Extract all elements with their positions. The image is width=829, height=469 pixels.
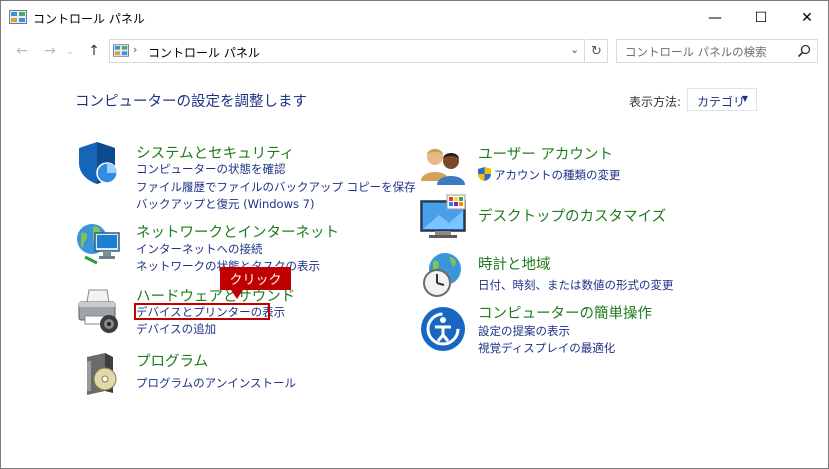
ease-of-access-icon[interactable] [419, 305, 467, 353]
title-bar: コントロール パネル — ☐ ✕ [1, 1, 828, 35]
link-get-recommendations[interactable]: 設定の提案の表示 [478, 323, 570, 339]
address-dropdown-chevron-icon[interactable]: ⌄ [570, 43, 579, 56]
programs-box-disc-icon[interactable] [79, 351, 127, 399]
link-connect-internet[interactable]: インターネットへの接続 [136, 241, 263, 257]
breadcrumb-separator-icon[interactable]: › [241, 43, 245, 56]
network-globe-icon[interactable] [75, 219, 123, 267]
category-programs[interactable]: プログラム [136, 350, 208, 371]
annotation-callout: クリック [220, 267, 291, 290]
category-ease-of-access[interactable]: コンピューターの簡単操作 [478, 302, 652, 323]
link-change-account-type-label: アカウントの種類の変更 [494, 168, 621, 182]
forward-arrow-icon[interactable]: → [39, 40, 61, 62]
link-backup-restore[interactable]: バックアップと復元 (Windows 7) [136, 196, 314, 212]
control-panel-icon [113, 44, 129, 57]
close-button[interactable]: ✕ [784, 1, 829, 35]
link-change-account-type[interactable]: アカウントの種類の変更 [478, 167, 621, 183]
category-clock-region[interactable]: 時計と地域 [478, 253, 551, 274]
annotation-callout-tail [231, 290, 243, 299]
desktop-customize-monitor-icon[interactable] [419, 193, 467, 241]
refresh-button[interactable]: ↻ [586, 39, 608, 63]
page-title: コンピューターの設定を調整します [75, 94, 307, 110]
recent-locations-chevron-icon[interactable]: ⌄ [63, 40, 77, 62]
maximize-button[interactable]: ☐ [738, 1, 784, 35]
address-bar[interactable]: › コントロール パネル › ⌄ [109, 39, 585, 63]
link-optimize-visual-display[interactable]: 視覚ディスプレイの最適化 [478, 340, 615, 356]
navigation-bar: ← → ⌄ ↑ › コントロール パネル › ⌄ ↻ コントロール パネルの検索 [1, 35, 828, 67]
link-add-device[interactable]: デバイスの追加 [136, 321, 216, 337]
category-system-security[interactable]: システムとセキュリティ [136, 142, 294, 163]
view-by-label: 表示方法: [629, 95, 682, 109]
control-panel-window: コントロール パネル — ☐ ✕ ← → ⌄ ↑ › コントロール パネル › … [0, 0, 829, 469]
up-arrow-icon[interactable]: ↑ [83, 40, 105, 62]
link-change-date-time-number-formats[interactable]: 日付、時刻、または数値の形式の変更 [478, 277, 674, 293]
dropdown-caret-icon: ▼ [741, 94, 748, 103]
hardware-printer-icon[interactable] [75, 286, 123, 334]
link-file-history-backup[interactable]: ファイル履歴でファイルのバックアップ コピーを保存 [136, 179, 416, 195]
breadcrumb-separator-icon[interactable]: › [133, 43, 137, 56]
view-by-dropdown[interactable]: カテゴリ ▼ [687, 88, 757, 111]
link-uninstall-program[interactable]: プログラムのアンインストール [136, 375, 296, 391]
uac-shield-icon [478, 167, 491, 181]
category-desktop-customization[interactable]: デスクトップのカスタマイズ [478, 205, 666, 226]
system-security-shield-icon[interactable] [75, 139, 123, 187]
category-user-accounts[interactable]: ユーザー アカウント [478, 143, 613, 164]
user-accounts-people-icon[interactable] [419, 141, 467, 189]
category-network-internet[interactable]: ネットワークとインターネット [136, 221, 339, 242]
control-panel-icon [9, 10, 27, 24]
search-input[interactable]: コントロール パネルの検索 [616, 39, 818, 63]
search-icon[interactable] [797, 44, 811, 58]
link-check-computer-status[interactable]: コンピューターの状態を確認 [136, 161, 286, 177]
clock-globe-icon[interactable] [419, 251, 467, 299]
window-title: コントロール パネル [33, 12, 145, 26]
back-arrow-icon[interactable]: ← [11, 40, 33, 62]
minimize-button[interactable]: — [692, 1, 738, 35]
search-placeholder: コントロール パネルの検索 [625, 45, 767, 59]
view-by-value: カテゴリ [697, 95, 746, 109]
annotation-highlight-box [134, 303, 270, 320]
